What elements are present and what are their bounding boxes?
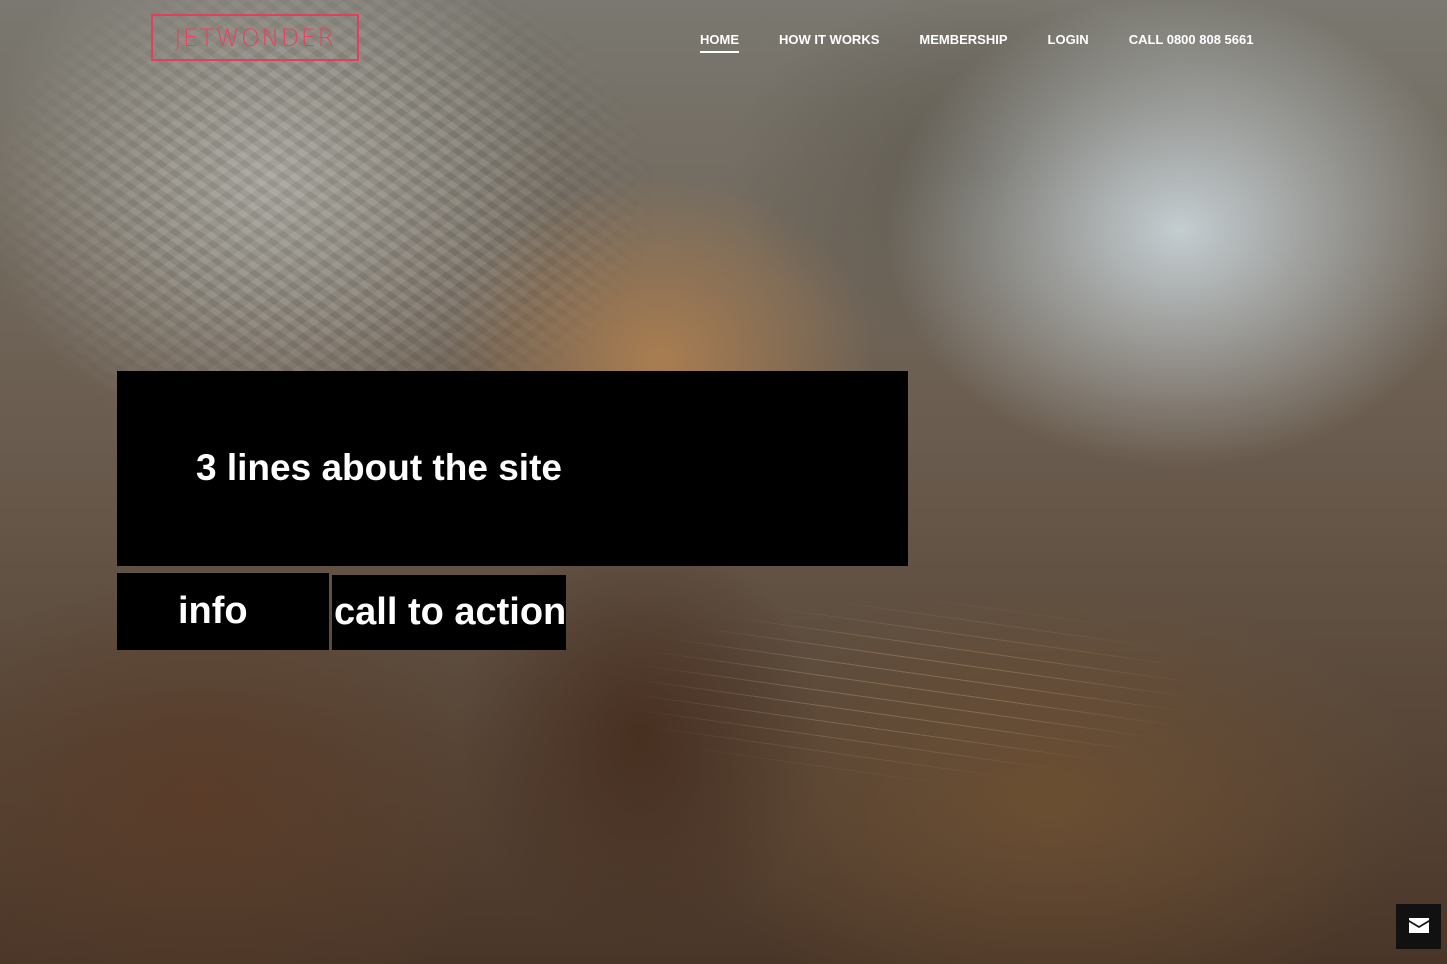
nav-item-login[interactable]: LOGIN bbox=[1048, 32, 1089, 53]
nav-item-home[interactable]: HOME bbox=[700, 32, 739, 53]
about-text: 3 lines about the site bbox=[196, 447, 562, 488]
site-logo[interactable]: JETWONDER bbox=[151, 14, 359, 61]
hero-background-hair bbox=[560, 560, 1260, 820]
hero-section: JETWONDER HOME HOW IT WORKS MEMBERSHIP L… bbox=[0, 0, 1447, 964]
about-box: 3 lines about the site bbox=[117, 371, 908, 566]
info-button[interactable]: info bbox=[117, 573, 329, 650]
nav-item-membership[interactable]: MEMBERSHIP bbox=[919, 32, 1007, 53]
contact-button[interactable] bbox=[1396, 904, 1441, 949]
envelope-icon bbox=[1408, 917, 1429, 936]
call-to-action-button[interactable]: call to action bbox=[332, 575, 566, 650]
main-nav: HOME HOW IT WORKS MEMBERSHIP LOGIN CALL … bbox=[700, 32, 1253, 53]
nav-item-how-it-works[interactable]: HOW IT WORKS bbox=[779, 32, 879, 53]
nav-item-call[interactable]: CALL 0800 808 5661 bbox=[1129, 32, 1254, 53]
